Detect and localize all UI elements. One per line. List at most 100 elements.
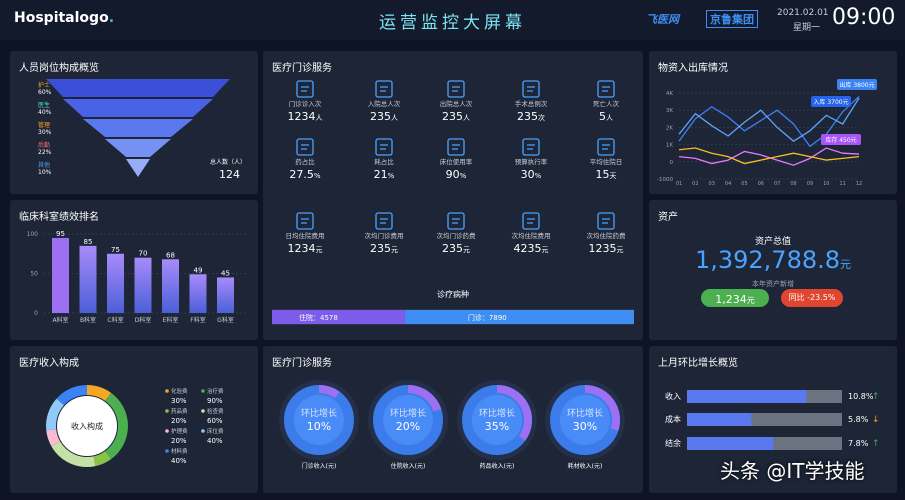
bar	[79, 245, 97, 313]
header-bar: Hospitalogo. 运营监控大屏幕 飞医网 京鲁集团 2021.02.01…	[0, 0, 905, 40]
legend-dot	[165, 429, 169, 433]
ring-value: 30%	[573, 420, 597, 433]
surgery-icon	[522, 80, 540, 98]
metric-label: 出院总人次	[440, 99, 473, 108]
metric-label: 耗占比	[374, 157, 394, 166]
growth-value: 7.8%	[848, 439, 869, 448]
bar-value-label: 75	[111, 246, 120, 254]
stay-days-icon	[597, 138, 615, 156]
assets-panel: 资产 资产总值 1,392,788.8元 本年资产新增 1,234元 同比 -2…	[649, 200, 897, 340]
x-tick-label: 01	[676, 181, 682, 187]
staff-panel: 人员岗位构成概览 护士 60% 医生 40% 管理 30% 后勤 22% 其他 10% 总人数（人）…	[10, 51, 258, 194]
legend-dot	[201, 389, 205, 393]
legend-pct: 30%	[171, 397, 187, 405]
metric-label: 死亡人次	[593, 99, 620, 108]
diag-bar-inpatient	[272, 310, 405, 324]
metric-value: 235元	[370, 242, 398, 255]
arrow-down-icon: ↓	[872, 415, 880, 425]
legend-dot	[165, 449, 169, 453]
arrow-up-icon: ↑	[872, 392, 880, 402]
weekday-text: 星期一	[793, 23, 821, 33]
drug-ratio-icon	[296, 138, 314, 156]
bar	[189, 274, 207, 313]
logo: Hospitalogo.	[14, 10, 115, 26]
asset-new-badge: 1,234元	[701, 289, 769, 307]
diag-bar-outpatient	[404, 310, 634, 324]
y-tick-label: 0	[670, 160, 674, 166]
metric-value: 235人	[442, 110, 470, 123]
x-tick-label: 10	[823, 181, 829, 187]
diag-title: 诊疗病种	[437, 289, 469, 299]
service-panel: 医疗门诊服务 门诊诊入次 1234人 入院总人次 235人 出院总人次 235人 手术总例次…	[263, 51, 643, 340]
ring-title: 环比增长	[567, 407, 603, 419]
legend-name: 化验费	[171, 387, 188, 395]
bar	[162, 259, 179, 313]
metric-label: 入院总人次	[368, 99, 401, 108]
funnel-chart: 护士60% 医生40% 管理30% 后勤22% 其他10% 总人数（人） 124	[38, 79, 246, 181]
x-tick-label: 12	[856, 181, 862, 187]
legend-name: 治疗费	[207, 387, 224, 395]
funnel-pct: 22%	[38, 149, 52, 156]
metric-value: 90%	[446, 168, 467, 181]
y-tick-label: 0	[34, 310, 38, 317]
clock: 09:00	[832, 5, 896, 30]
service2-panel: 医疗门诊服务 环比增长 10% 门诊收入(元) 环比增长 20% 住院收入(元) 环比增长 3…	[263, 346, 643, 493]
metric-value: 235人	[370, 110, 398, 123]
x-tick-label: 04	[725, 181, 731, 187]
funnel-pct: 10%	[38, 169, 52, 176]
tooltip-text: 入库 3700元	[813, 98, 848, 106]
metric-value: 30%	[521, 168, 542, 181]
y-tick-label: 3K	[666, 108, 673, 114]
metric-label: 床位使用率	[440, 157, 473, 166]
legend-pct: 40%	[171, 457, 187, 465]
ring-title: 环比增长	[479, 407, 515, 419]
x-tick-label: 11	[839, 181, 845, 187]
bar-value-label: 85	[84, 238, 93, 246]
metric-label: 预算执行率	[515, 157, 548, 166]
growth-row-label: 结余	[665, 438, 681, 448]
donut-slice	[46, 428, 61, 447]
asset-yoy-badge: 同比 -23.5%	[781, 289, 843, 307]
bar	[134, 257, 152, 313]
x-tick-label: A科室	[52, 316, 68, 324]
legend-name: 检查费	[207, 407, 224, 415]
page-title: 运营监控大屏幕	[379, 13, 526, 33]
diag-outpatient-label: 门诊：7890	[468, 313, 507, 322]
panel-title: 资产	[658, 212, 678, 223]
ring-label: 门诊收入(元)	[302, 462, 337, 470]
x-tick-label: 06	[758, 181, 764, 187]
outpatient-icon	[296, 80, 314, 98]
dept-panel: 临床科室绩效排名 100 50 0 95 A科室 85 B科室 75 C科室 70 D科室 68 E科室…	[10, 200, 258, 340]
legend-dot	[201, 429, 205, 433]
funnel-segment	[46, 79, 230, 97]
bar-value-label: 49	[194, 266, 203, 274]
x-tick-label: 09	[807, 181, 813, 187]
series-line	[678, 147, 860, 166]
x-tick-label: 03	[709, 181, 715, 187]
metric-value: 21%	[374, 168, 395, 181]
metric-label: 平均住院日	[590, 157, 623, 166]
service-metrics: 门诊诊入次 1234人 入院总人次 235人 出院总人次 235人 手术总例次 235次 死亡人…	[272, 80, 634, 325]
metric-value: 1234元	[288, 242, 323, 255]
funnel-segment	[126, 159, 150, 177]
dept-bar-chart: 100 50 0 95 A科室 85 B科室 75 C科室 70 D科室 68 E科室 49 F科室 45 G科…	[27, 230, 246, 324]
metric-value: 1235元	[589, 242, 624, 255]
growth-bar	[687, 437, 774, 450]
ring-value: 35%	[485, 420, 509, 433]
outpatient-drug-icon	[447, 212, 465, 230]
x-tick-label: 08	[790, 181, 796, 187]
brand-logo-2: 京鲁集团	[706, 10, 758, 28]
ring-label: 药品收入(元)	[480, 462, 515, 470]
legend-name: 护理费	[171, 427, 188, 435]
metric-label: 次均住院费用	[512, 231, 551, 240]
funnel-segment	[83, 119, 193, 137]
death-icon	[597, 80, 615, 98]
budget-icon	[522, 138, 540, 156]
growth-bar	[687, 413, 752, 426]
legend-name: 药品费	[171, 407, 188, 415]
bed-usage-icon	[447, 138, 465, 156]
x-tick-label: C科室	[107, 316, 123, 324]
outpatient-cost-icon	[375, 212, 393, 230]
ring-label: 耗材收入(元)	[568, 462, 603, 470]
metric-value: 235次	[517, 110, 545, 123]
